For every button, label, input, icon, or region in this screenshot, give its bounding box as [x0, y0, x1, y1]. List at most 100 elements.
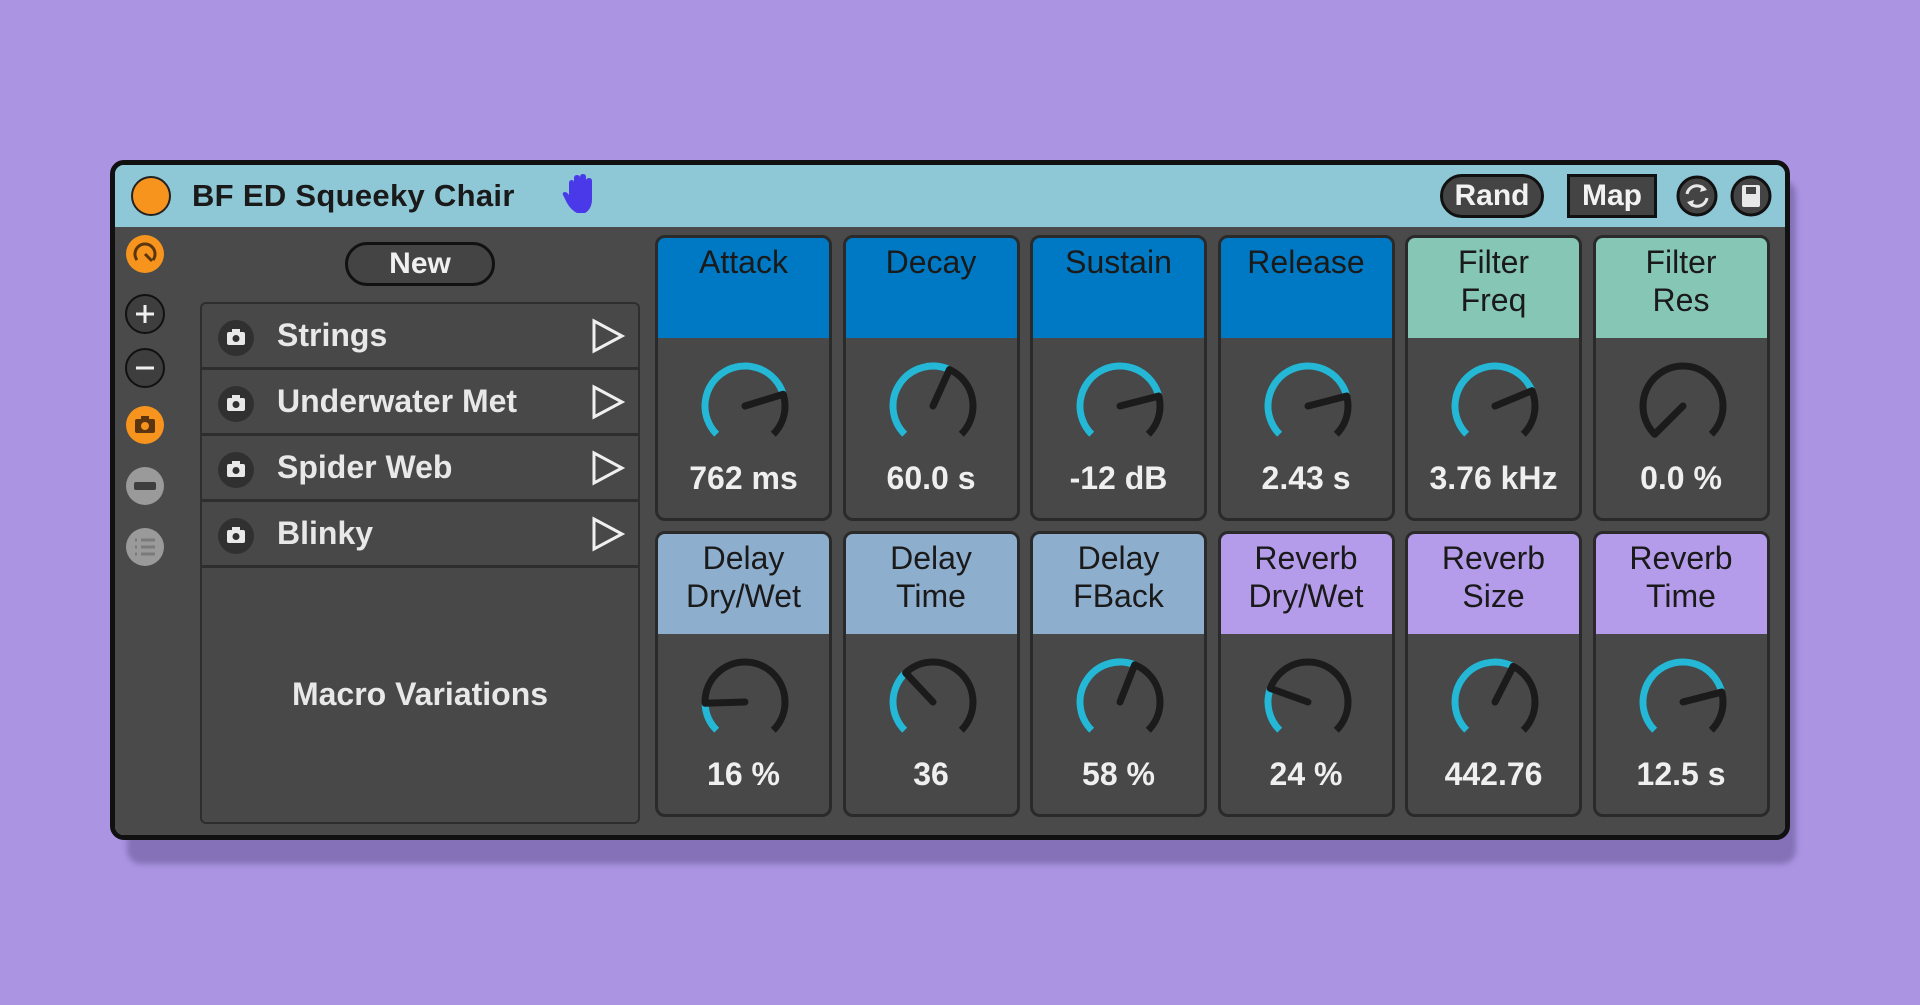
knob-label: Decay [845, 238, 1017, 338]
variation-label: Strings [277, 317, 388, 353]
knob-dial[interactable] [1070, 356, 1170, 456]
knob-label: Delay Dry/Wet [658, 534, 829, 634]
knob-label: Attack [658, 238, 829, 338]
device-power-button[interactable] [131, 176, 171, 216]
knob-value-arc [889, 362, 951, 437]
macro-knob-3[interactable]: Sustain -12 dB [1030, 235, 1207, 521]
knob-dial[interactable] [1070, 652, 1170, 752]
play-icon[interactable] [586, 315, 628, 357]
macro-knob-8[interactable]: Delay Time 36 [842, 531, 1020, 817]
knob-label: Reverb Time [1595, 534, 1767, 634]
knob-track [1264, 658, 1351, 733]
plus-icon[interactable] [124, 293, 166, 335]
camera-icon[interactable] [124, 404, 166, 446]
device-title: BF ED Squeeky Chair [192, 178, 515, 213]
device-body: New Strings Underwater Met Spider Web Bl… [115, 227, 1785, 835]
macro-knob-9[interactable]: Delay FBack 58 % [1030, 531, 1207, 817]
knob-dial[interactable] [1445, 356, 1545, 456]
knob-label: Reverb Size [1408, 534, 1579, 634]
knob-needle [741, 390, 787, 410]
bar-icon[interactable] [124, 465, 166, 507]
knob-label: Delay FBack [1033, 534, 1204, 634]
knob-value-arc [701, 702, 720, 733]
list-item[interactable]: Underwater Met [202, 370, 638, 436]
knob-value-arc [889, 670, 908, 733]
knob-dial[interactable] [883, 652, 983, 752]
knob-dial[interactable] [1633, 356, 1733, 456]
knob-dial[interactable] [695, 356, 795, 456]
sync-icon[interactable] [1675, 174, 1719, 218]
title-bar: BF ED Squeeky Chair Rand Map [115, 165, 1785, 229]
knob-needle [701, 698, 749, 707]
save-icon[interactable] [1729, 174, 1773, 218]
variations-list: Strings Underwater Met Spider Web Blinky [200, 302, 640, 824]
macro-knob-5[interactable]: Filter Freq 3.76 kHz [1405, 235, 1582, 521]
knob-track [1639, 362, 1726, 437]
knob-needle [1650, 402, 1686, 438]
macro-knob-2[interactable]: Decay 60.0 s [842, 235, 1020, 521]
camera-icon[interactable] [216, 450, 256, 490]
knob-label: Filter Freq [1408, 238, 1579, 338]
macro-side-strip [115, 227, 170, 835]
camera-icon[interactable] [216, 318, 256, 358]
knob-needle [1116, 392, 1163, 410]
variation-label: Blinky [277, 515, 374, 551]
macro-knob-6[interactable]: Filter Res 0.0 % [1592, 235, 1770, 521]
list-item[interactable]: Spider Web [202, 436, 638, 502]
knob-value: 762 ms [689, 460, 798, 496]
knob-value: 0.0 % [1640, 460, 1722, 496]
knob-value: 58 % [1082, 756, 1155, 792]
knob-dial[interactable] [1258, 356, 1358, 456]
macro-knob-7[interactable]: Delay Dry/Wet 16 % [655, 531, 832, 817]
knob-needle [901, 669, 936, 706]
macro-variations-panel: New Strings Underwater Met Spider Web Bl… [185, 227, 640, 825]
camera-icon[interactable] [216, 516, 256, 556]
knob-value: 24 % [1269, 756, 1343, 792]
knob-needle [929, 366, 953, 410]
macro-knob-12[interactable]: Reverb Time 12.5 s [1592, 531, 1770, 817]
knob-dial[interactable] [1258, 652, 1358, 752]
list-icon[interactable] [124, 526, 166, 568]
knob-needle [1116, 661, 1139, 706]
knob-needle [1491, 387, 1536, 410]
macro-knob-4[interactable]: Release 2.43 s [1217, 235, 1395, 521]
knob-value: 3.76 kHz [1429, 460, 1558, 496]
knob-value: 2.43 s [1261, 460, 1351, 496]
knob-needle [1679, 688, 1725, 706]
variation-label: Underwater Met [277, 383, 518, 419]
knob-value: 16 % [707, 756, 780, 792]
knob-dial[interactable] [1445, 652, 1545, 752]
knob-label: Reverb Dry/Wet [1220, 534, 1392, 634]
minus-icon[interactable] [124, 347, 166, 389]
play-icon[interactable] [586, 447, 628, 489]
knob-label: Release [1220, 238, 1392, 338]
knob-label: Sustain [1033, 238, 1204, 338]
knob-dial[interactable] [695, 652, 795, 752]
play-icon[interactable] [586, 381, 628, 423]
knob-value: 60.0 s [886, 460, 976, 496]
compare-icon[interactable] [124, 233, 166, 275]
knob-value-arc [1076, 658, 1137, 733]
map-button[interactable]: Map [1567, 174, 1657, 218]
knob-dial[interactable] [883, 356, 983, 456]
play-icon[interactable] [586, 513, 628, 555]
knob-label: Delay Time [845, 534, 1017, 634]
knob-dial[interactable] [1633, 652, 1733, 752]
knob-value-arc [1451, 362, 1536, 437]
knob-value: -12 dB [1069, 460, 1168, 496]
device-panel: BF ED Squeeky Chair Rand Map New Strings… [110, 160, 1790, 840]
knob-value: 442.76 [1444, 756, 1543, 792]
macro-knob-10[interactable]: Reverb Dry/Wet 24 % [1217, 531, 1395, 817]
macro-knob-11[interactable]: Reverb Size 442.76 [1405, 531, 1582, 817]
new-variation-button[interactable]: New [345, 242, 495, 286]
camera-icon[interactable] [216, 384, 256, 424]
knob-label: Filter Res [1595, 238, 1767, 338]
knob-track [701, 658, 789, 733]
macro-knob-1[interactable]: Attack 762 ms [655, 235, 832, 521]
rand-button[interactable]: Rand [1440, 174, 1544, 218]
list-item[interactable]: Strings [202, 304, 638, 370]
knob-value: 12.5 s [1636, 756, 1726, 792]
knob-needle [1266, 684, 1311, 706]
knob-value: 36 [913, 756, 949, 792]
list-item[interactable]: Blinky [202, 502, 638, 568]
